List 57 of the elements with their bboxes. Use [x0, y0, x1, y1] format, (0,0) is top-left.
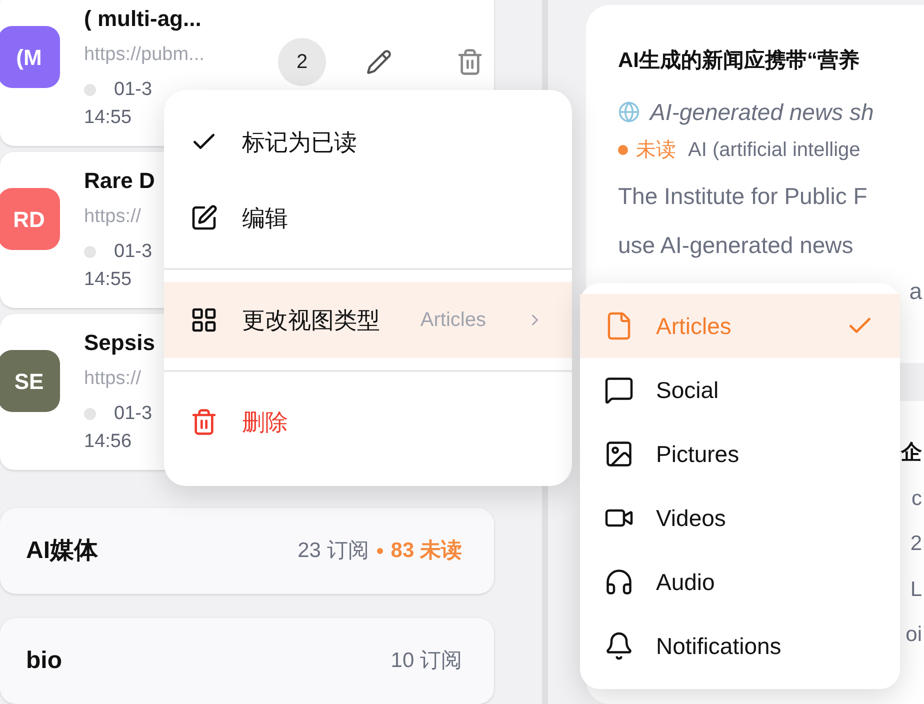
feed-time: 14:56: [84, 430, 132, 454]
pencil-icon[interactable]: [366, 49, 392, 75]
feed-title: ( multi-ag...: [84, 5, 202, 33]
read-status-icon: [84, 84, 96, 96]
article-text: L: [910, 576, 922, 602]
feed-title: Rare D: [84, 167, 155, 195]
feed-time: 14:55: [84, 268, 132, 292]
globe-icon: [618, 100, 640, 123]
feed-url: https://: [84, 367, 142, 391]
article-text: 2: [910, 531, 922, 557]
menu-item-icon: [190, 204, 218, 232]
view-type-icon: [604, 567, 634, 597]
feed-date: 01-3: [114, 402, 152, 426]
menu-item[interactable]: 编辑: [164, 180, 572, 256]
subscription-count: 23 订阅: [298, 538, 369, 564]
feed-date: 01-3: [114, 240, 152, 264]
view-type-option[interactable]: Videos: [580, 486, 900, 550]
article-text: c: [912, 486, 922, 512]
feed-date: 01-3: [114, 78, 152, 102]
group-card[interactable]: AI媒体 23 订阅 83 未读: [0, 508, 494, 594]
menu-item[interactable]: 删除: [164, 384, 572, 460]
feed-url: https://pubm...: [84, 43, 204, 67]
unread-status: 未读: [636, 138, 676, 163]
group-name: AI媒体: [26, 536, 98, 566]
menu-item-icon: [190, 306, 218, 334]
feed-title: Sepsis: [84, 329, 155, 357]
article-body-line: The Institute for Public F: [618, 182, 868, 211]
feed-avatar: SE: [0, 350, 60, 412]
view-type-option[interactable]: Notifications: [580, 614, 900, 678]
view-type-icon: [604, 439, 634, 469]
article-text: oi: [906, 622, 922, 648]
view-type-icon: [604, 375, 634, 405]
group-name: bio: [26, 646, 62, 676]
count-badge: 2: [278, 38, 326, 86]
feed-avatar: RD: [0, 188, 60, 250]
view-type-option[interactable]: Audio: [580, 550, 900, 614]
trash-icon[interactable]: [456, 48, 484, 76]
read-status-icon: [84, 246, 96, 258]
view-type-option[interactable]: Pictures: [580, 422, 900, 486]
article-excerpt: AI (artificial intellige: [688, 138, 860, 163]
article-title: 企: [901, 440, 922, 466]
unread-count: 83 未读: [390, 538, 462, 564]
group-card[interactable]: bio 10 订阅: [0, 618, 494, 704]
article-subtitle: AI-generated news sh: [650, 98, 874, 127]
menu-item-icon: [190, 408, 218, 436]
feed-url: https://: [84, 205, 142, 229]
article-body-line: a: [909, 277, 923, 306]
read-status-icon: [84, 408, 96, 420]
article-body-line: use AI-generated news: [618, 230, 854, 260]
feed-avatar: (M: [0, 26, 60, 88]
feed-time: 14:55: [84, 106, 132, 130]
menu-item[interactable]: 更改视图类型 Articles: [164, 282, 572, 358]
article-title: AI生成的新闻应携带“营养: [618, 48, 860, 74]
view-type-icon: [604, 631, 634, 661]
subscription-count: 10 订阅: [390, 648, 462, 674]
unread-separator-icon: [376, 548, 383, 554]
current-view-label: Articles: [420, 308, 486, 333]
